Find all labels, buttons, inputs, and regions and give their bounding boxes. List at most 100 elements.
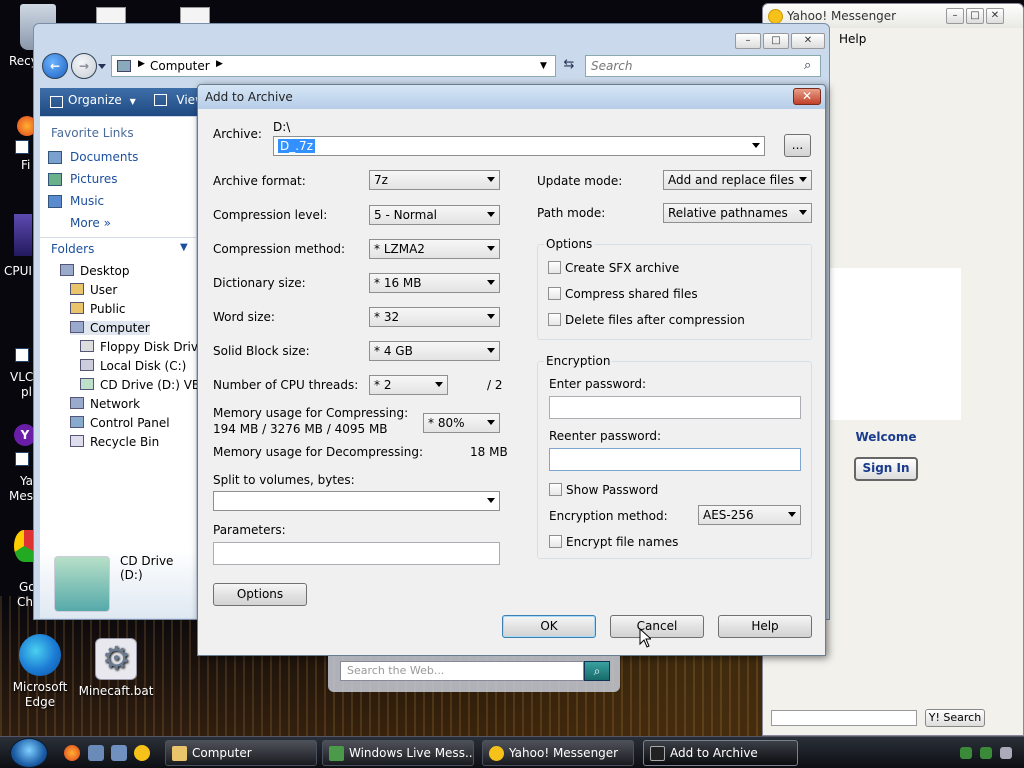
- yahoo-search-input[interactable]: [771, 710, 917, 726]
- task-windows-live-messenger[interactable]: Windows Live Mess...: [322, 740, 474, 766]
- tree-public[interactable]: Public: [70, 302, 126, 316]
- tree-cd-drive[interactable]: CD Drive (D:) VB32: [80, 378, 215, 392]
- archive-name-combo[interactable]: D_.7z: [273, 136, 765, 156]
- word-size-select[interactable]: * 32: [369, 307, 500, 327]
- start-button[interactable]: [10, 738, 48, 768]
- breadcrumb-arrow-icon[interactable]: ▶: [216, 59, 223, 69]
- chevron-down-icon[interactable]: ▼: [130, 97, 136, 106]
- archive-format-select[interactable]: 7z: [369, 170, 500, 190]
- folders-header[interactable]: Folders: [51, 242, 94, 256]
- navigation-pane: Favorite Links Documents Pictures Music …: [40, 117, 215, 550]
- organize-icon: [50, 96, 63, 108]
- add-to-archive-dialog[interactable]: Add to Archive ✕ Archive: D:\ D_.7z ... …: [197, 84, 826, 656]
- tree-desktop[interactable]: Desktop: [60, 264, 130, 278]
- split-volumes-combo[interactable]: [213, 491, 500, 511]
- switch-windows-icon[interactable]: [111, 745, 127, 761]
- path-mode-select[interactable]: Relative pathnames: [663, 203, 812, 223]
- link-documents[interactable]: Documents: [70, 150, 138, 164]
- checkbox-box[interactable]: [548, 261, 561, 274]
- task-add-to-archive[interactable]: Add to Archive: [643, 740, 798, 766]
- close-icon[interactable]: ✕: [986, 8, 1004, 24]
- yahoo-search-button[interactable]: Y! Search: [925, 709, 985, 727]
- checkbox-box[interactable]: [548, 287, 561, 300]
- encryption-method-select[interactable]: AES-256: [698, 505, 801, 525]
- back-icon[interactable]: ←: [42, 53, 68, 79]
- compression-level-select[interactable]: 5 - Normal: [369, 205, 500, 225]
- breadcrumb-arrow-icon[interactable]: ▶: [138, 59, 145, 69]
- divider: [40, 237, 196, 238]
- dictionary-size-select[interactable]: * 16 MB: [369, 273, 500, 293]
- tree-label: Network: [90, 397, 141, 411]
- sign-in-button[interactable]: Sign In: [854, 457, 918, 481]
- parameters-input[interactable]: [213, 542, 500, 565]
- select-value: * 4 GB: [374, 344, 413, 358]
- compress-shared-checkbox[interactable]: Compress shared files: [548, 287, 698, 301]
- tree-floppy[interactable]: Floppy Disk Drive: [80, 340, 205, 354]
- minimize-icon[interactable]: –: [735, 33, 761, 49]
- link-music[interactable]: Music: [70, 194, 104, 208]
- browse-button[interactable]: ...: [784, 134, 811, 157]
- encrypt-names-checkbox[interactable]: Encrypt file names: [549, 535, 678, 549]
- maximize-icon[interactable]: □: [966, 8, 984, 24]
- search-icon[interactable]: ⌕: [584, 661, 610, 681]
- cpu-threads-select[interactable]: * 2: [369, 375, 448, 395]
- yahoo-quicklaunch-icon[interactable]: [134, 745, 150, 761]
- help-button[interactable]: Help: [718, 615, 812, 638]
- organize-button[interactable]: Organize: [68, 93, 122, 107]
- tree-network[interactable]: Network: [70, 397, 140, 411]
- tray-messenger-icon[interactable]: [980, 747, 992, 759]
- task-computer[interactable]: Computer: [165, 740, 317, 766]
- show-desktop-icon[interactable]: [88, 745, 104, 761]
- desktop-icon-minecraft-bat[interactable]: Minecaft.bat: [76, 638, 156, 698]
- checkbox-box[interactable]: [548, 313, 561, 326]
- task-label: Windows Live Mess...: [349, 746, 474, 760]
- chevron-down-icon[interactable]: ▼: [180, 242, 188, 253]
- update-mode-select[interactable]: Add and replace files: [663, 170, 812, 190]
- tray-volume-icon[interactable]: [1000, 747, 1012, 759]
- checkbox-box[interactable]: [549, 535, 562, 548]
- desktop-icon-edge[interactable]: Microsoft Edge: [0, 634, 80, 710]
- link-pictures[interactable]: Pictures: [70, 172, 118, 186]
- enter-password-input[interactable]: [549, 396, 801, 419]
- tree-control-panel[interactable]: Control Panel: [70, 416, 170, 430]
- show-password-checkbox[interactable]: Show Password: [549, 483, 658, 497]
- ok-button[interactable]: OK: [502, 615, 596, 638]
- cancel-button[interactable]: Cancel: [610, 615, 704, 638]
- create-sfx-checkbox[interactable]: Create SFX archive: [548, 261, 679, 275]
- memory-percent-select[interactable]: * 80%: [423, 413, 500, 433]
- address-bar[interactable]: ▶ Computer ▶ ▼: [111, 55, 556, 77]
- maximize-icon[interactable]: □: [763, 33, 789, 49]
- tree-computer[interactable]: Computer: [70, 321, 150, 335]
- archive-directory: D:\: [273, 120, 291, 134]
- options-button[interactable]: Options: [213, 583, 307, 606]
- tree-label: Local Disk (C:): [100, 359, 187, 373]
- tray-network-icon[interactable]: [960, 747, 972, 759]
- search-input[interactable]: Search: [585, 55, 821, 77]
- tree-local-disk[interactable]: Local Disk (C:): [80, 359, 186, 373]
- search-icon[interactable]: ⌕: [804, 58, 811, 73]
- menu-help[interactable]: Help: [839, 32, 866, 46]
- breadcrumb-computer[interactable]: Computer: [150, 59, 210, 73]
- delete-after-checkbox[interactable]: Delete files after compression: [548, 313, 745, 327]
- chrome-icon[interactable]: [14, 530, 34, 562]
- chevron-down-icon[interactable]: [752, 143, 760, 148]
- reenter-password-input[interactable]: [549, 448, 801, 471]
- minimize-icon[interactable]: –: [946, 8, 964, 24]
- firefox-quicklaunch-icon[interactable]: [64, 745, 80, 761]
- link-more[interactable]: More »: [70, 216, 111, 230]
- task-yahoo-messenger[interactable]: Yahoo! Messenger: [482, 740, 634, 766]
- close-icon[interactable]: ✕: [793, 88, 821, 105]
- refresh-icon[interactable]: ⇆: [559, 57, 579, 75]
- checkbox-box[interactable]: [549, 483, 562, 496]
- compression-method-select[interactable]: * LZMA2: [369, 239, 500, 259]
- web-search-input[interactable]: Search the Web...: [340, 661, 584, 681]
- history-dropdown-icon[interactable]: [98, 64, 106, 69]
- tree-recycle-bin[interactable]: Recycle Bin: [70, 435, 159, 449]
- vlc-icon[interactable]: [15, 348, 29, 362]
- chevron-down-icon[interactable]: ▼: [540, 61, 547, 71]
- close-icon[interactable]: ✕: [791, 33, 825, 49]
- solid-block-select[interactable]: * 4 GB: [369, 341, 500, 361]
- tree-user[interactable]: User: [70, 283, 117, 297]
- forward-icon[interactable]: →: [71, 53, 97, 79]
- cpuid-icon[interactable]: [14, 214, 32, 256]
